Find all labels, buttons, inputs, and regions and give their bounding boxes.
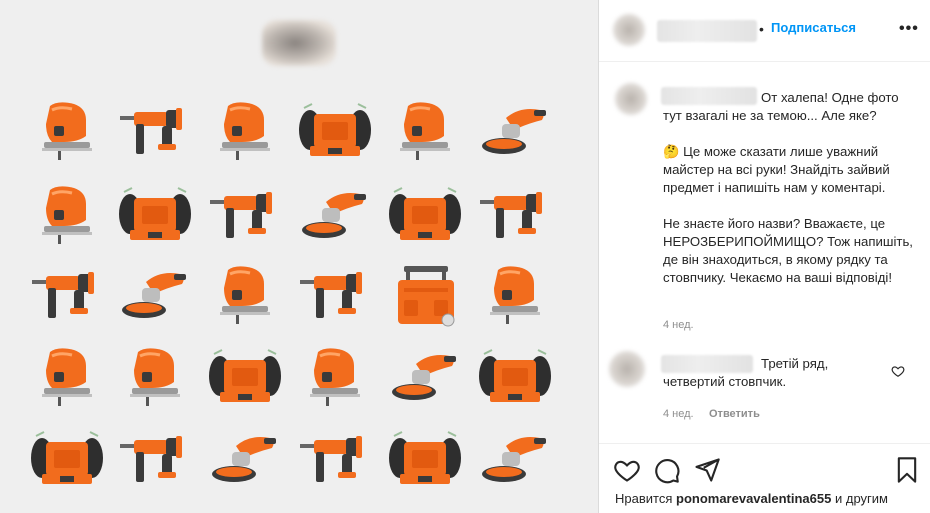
blurred-logo [262,20,336,66]
tool-box-image [386,260,464,334]
post-side-panel: • Подписаться ••• От халепа! Одне фото т… [599,0,930,513]
caption-text: От халепа! Одне фото тут взагалі не за т… [663,89,913,287]
tools-row [28,96,568,176]
rotary-hammer-image [116,424,194,498]
comment-text: Третій ряд, четвертий стовпчик. [663,355,873,391]
tools-row [28,260,568,340]
tools-row [28,180,568,260]
rotary-hammer-image [296,260,374,334]
likes-user-link[interactable]: ponomarevavalentina655 [676,491,831,506]
save-bookmark-icon[interactable] [893,456,921,484]
bench-grinder-image [116,180,194,254]
tools-row [28,342,568,422]
bench-grinder-image [386,180,464,254]
more-options-icon[interactable]: ••• [899,20,919,38]
jigsaw-image [28,180,106,254]
caption-paragraph3: Не знаєте його назви? Вважаєте, це НЕРОЗ… [663,216,913,285]
rotary-hammer-image [206,180,284,254]
like-icon[interactable] [613,456,641,484]
caption-time[interactable]: 4 нед. [663,319,694,331]
rotary-hammer-image [28,260,106,334]
bench-grinder-image [386,424,464,498]
jigsaw-image [386,96,464,170]
comment-icon[interactable] [653,456,681,484]
rotary-hammer-image [296,424,374,498]
jigsaw-image [28,96,106,170]
jigsaw-image [206,260,284,334]
likes-summary: Нравится ponomarevavalentina655 и другим [615,491,888,506]
author-avatar[interactable] [613,14,645,46]
likes-suffix: и другим [834,491,888,506]
angle-grinder-image [206,424,284,498]
likes-prefix: Нравится [615,491,673,506]
bench-grinder-image [476,342,554,416]
caption-avatar[interactable] [615,83,647,115]
comment-like-icon[interactable] [891,364,905,378]
bench-grinder-image [28,424,106,498]
reply-button[interactable]: Ответить [709,408,760,420]
comment-body: Третій ряд, четвертий стовпчик. [663,356,829,389]
rotary-hammer-image [116,96,194,170]
post-actions: Нравится ponomarevavalentina655 и другим [599,443,930,513]
rotary-hammer-image [476,180,554,254]
jigsaw-image [116,342,194,416]
bench-grinder-image [206,342,284,416]
follow-button[interactable]: Подписаться [771,20,856,35]
angle-grinder-image [476,424,554,498]
comment-time[interactable]: 4 нед. [663,408,694,420]
bench-grinder-image [296,96,374,170]
jigsaw-image [476,260,554,334]
caption-paragraph2: 🤔 Це може сказати лише уважний майстер н… [663,144,890,195]
angle-grinder-image [476,96,554,170]
post-image[interactable] [0,0,598,513]
angle-grinder-image [296,180,374,254]
comments-section: От халепа! Одне фото тут взагалі не за т… [599,63,930,443]
post-header: • Подписаться ••• [599,0,930,62]
caption-line1: От халепа! Одне фото тут взагалі не за т… [663,90,899,123]
angle-grinder-image [116,260,194,334]
jigsaw-image [28,342,106,416]
commenter-avatar[interactable] [609,351,645,387]
angle-grinder-image [386,342,464,416]
jigsaw-image [296,342,374,416]
tools-row [28,424,568,504]
author-username[interactable] [657,20,757,42]
share-icon[interactable] [693,456,721,484]
separator-dot: • [759,21,764,37]
jigsaw-image [206,96,284,170]
